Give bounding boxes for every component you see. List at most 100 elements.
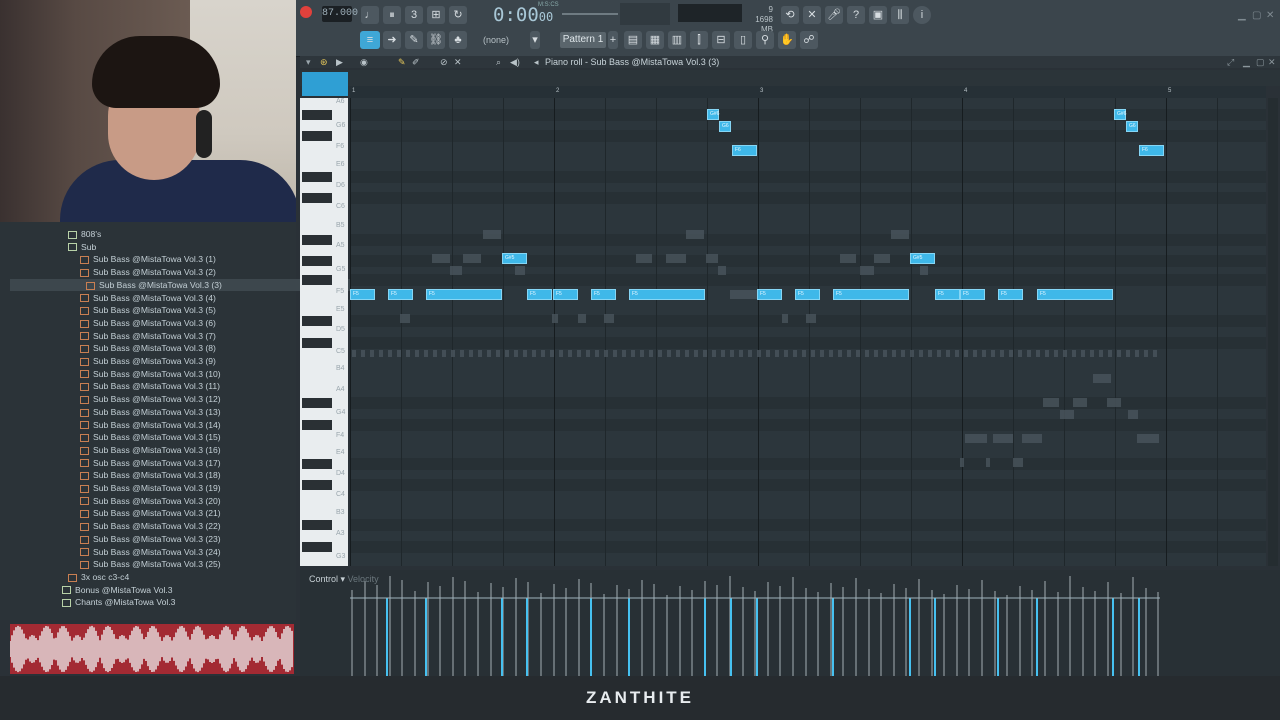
midi-note[interactable]: F5 xyxy=(960,289,985,300)
loop-record-button[interactable]: ↻ xyxy=(449,6,467,24)
add-pattern-icon[interactable]: + xyxy=(608,31,618,49)
channel-select[interactable]: (none) xyxy=(483,32,525,48)
black-key[interactable] xyxy=(302,110,332,120)
timeline-ruler[interactable] xyxy=(350,86,1266,98)
midi-note[interactable]: G#6 xyxy=(707,109,719,120)
velocity-lanes[interactable] xyxy=(350,570,1260,676)
piano-roll-menu-icon[interactable]: ▾ xyxy=(306,57,311,68)
browser-file-item[interactable]: Sub Bass @MistaTowa Vol.3 (18) xyxy=(80,469,221,481)
piano-roll-view-button[interactable]: ≡ xyxy=(360,31,380,49)
stamp-icon[interactable]: ♣ xyxy=(449,31,467,49)
pr-minimize-icon[interactable]: ▁ xyxy=(1243,57,1250,68)
browser-file-item[interactable]: Sub Bass @MistaTowa Vol.3 (19) xyxy=(80,482,221,494)
metronome-button[interactable]: ♩ xyxy=(361,6,379,24)
browser-folder-item[interactable]: Sub xyxy=(68,241,96,253)
browser-file-item[interactable]: Sub Bass @MistaTowa Vol.3 (14) xyxy=(80,419,221,431)
link-icon[interactable]: ⛓ xyxy=(427,31,445,49)
midi-note[interactable]: F6 xyxy=(1139,145,1164,156)
browser-file-item[interactable]: Sub Bass @MistaTowa Vol.3 (5) xyxy=(80,304,216,316)
panic-icon[interactable]: ✕ xyxy=(803,6,821,24)
overview-scroll-handle[interactable] xyxy=(302,72,348,96)
black-key[interactable] xyxy=(302,235,332,245)
midi-note[interactable]: F5 xyxy=(629,289,705,300)
black-key[interactable] xyxy=(302,256,332,266)
detach-icon[interactable]: ⤢ xyxy=(1227,57,1234,68)
browser-preset-item[interactable]: 3x osc c3-c4 xyxy=(68,571,129,583)
browser-file-item[interactable]: Sub Bass @MistaTowa Vol.3 (16) xyxy=(80,444,221,456)
midi-note[interactable]: F6 xyxy=(732,145,757,156)
midi-note[interactable]: F5 xyxy=(935,289,960,300)
mixer-window-icon[interactable]: ⫿ xyxy=(690,31,708,49)
touch-keyboard-icon[interactable]: ✋ xyxy=(778,31,796,49)
midi-note[interactable]: F5 xyxy=(757,289,782,300)
play-icon[interactable]: ▶ xyxy=(336,57,343,68)
browser-file-item[interactable]: Sub Bass @MistaTowa Vol.3 (22) xyxy=(80,520,221,532)
mixer-icon[interactable]: ⫼ xyxy=(891,6,909,24)
sample-waveform-preview[interactable] xyxy=(10,624,294,674)
midi-note[interactable]: G#5 xyxy=(910,253,935,264)
black-key[interactable] xyxy=(302,131,332,141)
plugin-database-icon[interactable]: ▯ xyxy=(734,31,752,49)
close-window-icon[interactable]: ✕ xyxy=(1266,10,1274,21)
speaker-icon[interactable]: ◀) xyxy=(510,57,520,68)
black-key[interactable] xyxy=(302,459,332,469)
midi-note[interactable]: F5 xyxy=(833,289,909,300)
plugin-picker-icon[interactable]: ⚲ xyxy=(756,31,774,49)
paint-tool-icon[interactable]: ✐ xyxy=(412,57,420,68)
arrow-icon[interactable]: ◂ xyxy=(534,57,539,68)
channel-rack-icon[interactable]: ▦ xyxy=(646,31,664,49)
browser-file-item[interactable]: Sub Bass @MistaTowa Vol.3 (8) xyxy=(80,342,216,354)
midi-note[interactable]: G6 xyxy=(1126,121,1138,132)
wait-input-button[interactable]: ⏸ xyxy=(383,6,401,24)
browser-icon[interactable]: ⊟ xyxy=(712,31,730,49)
browser-file-item[interactable]: Sub Bass @MistaTowa Vol.3 (13) xyxy=(80,406,221,418)
browser-file-item[interactable]: Sub Bass @MistaTowa Vol.3 (21) xyxy=(80,507,221,519)
browser-folder-item[interactable]: Chants @MistaTowa Vol.3 xyxy=(62,596,175,608)
midi-note[interactable]: G#6 xyxy=(1114,109,1126,120)
black-key[interactable] xyxy=(302,193,332,203)
note-grid[interactable] xyxy=(350,98,1266,566)
master-pitch-slider[interactable] xyxy=(562,13,618,15)
browser-file-item[interactable]: Sub Bass @MistaTowa Vol.3 (23) xyxy=(80,533,221,545)
tempo-display[interactable]: 87.000 xyxy=(322,6,358,22)
midi-note[interactable]: G#5 xyxy=(502,253,527,264)
browser-file-item[interactable]: Sub Bass @MistaTowa Vol.3 (2) xyxy=(80,266,216,278)
browser-file-item[interactable]: Sub Bass @MistaTowa Vol.3 (9) xyxy=(80,355,216,367)
online-icon[interactable]: ☍ xyxy=(800,31,818,49)
piano-roll-icon[interactable]: ▥ xyxy=(668,31,686,49)
browser-file-item[interactable]: Sub Bass @MistaTowa Vol.3 (15) xyxy=(80,431,221,443)
black-key[interactable] xyxy=(302,398,332,408)
help-icon[interactable]: ? xyxy=(847,6,865,24)
midi-note[interactable]: F5 xyxy=(591,289,616,300)
draw-tool-icon[interactable]: ✎ xyxy=(398,57,406,68)
black-key[interactable] xyxy=(302,316,332,326)
black-key[interactable] xyxy=(302,542,332,552)
step-edit-button[interactable]: ⊞ xyxy=(427,6,445,24)
zoom-tool-icon[interactable]: ⌕ xyxy=(496,57,501,68)
dropdown-arrow-icon[interactable]: ▾ xyxy=(530,31,540,49)
browser-file-item[interactable]: Sub Bass @MistaTowa Vol.3 (12) xyxy=(80,393,221,405)
black-key[interactable] xyxy=(302,172,332,182)
browser-file-item[interactable]: Sub Bass @MistaTowa Vol.3 (20) xyxy=(80,495,221,507)
black-key[interactable] xyxy=(302,275,332,285)
browser-folder-item[interactable]: 808's xyxy=(68,228,101,240)
browser-file-item[interactable]: Sub Bass @MistaTowa Vol.3 (11) xyxy=(80,380,220,392)
midi-note[interactable]: F5 xyxy=(998,289,1023,300)
browser-folder-item[interactable]: Bonus @MistaTowa Vol.3 xyxy=(62,584,173,596)
undo-history-icon[interactable]: ⟲ xyxy=(781,6,799,24)
midi-note[interactable]: F5 xyxy=(1037,289,1113,300)
browser-file-item[interactable]: Sub Bass @MistaTowa Vol.3 (25) xyxy=(80,558,221,570)
pattern-overview[interactable] xyxy=(300,70,1280,86)
black-key[interactable] xyxy=(302,420,332,430)
magnet-icon[interactable]: ⊛ xyxy=(320,57,328,68)
maximize-window-icon[interactable]: ▢ xyxy=(1252,10,1261,21)
mute-tool-icon[interactable]: ✕ xyxy=(454,57,462,68)
pencil-tool-icon[interactable]: ✎ xyxy=(405,31,423,49)
browser-file-item[interactable]: Sub Bass @MistaTowa Vol.3 (24) xyxy=(80,546,221,558)
black-key[interactable] xyxy=(302,480,332,490)
record-icon[interactable]: ◉ xyxy=(360,57,368,68)
midi-note[interactable]: F5 xyxy=(388,289,413,300)
delete-tool-icon[interactable]: ⊘ xyxy=(440,57,448,68)
pattern-selector[interactable]: Pattern 1 xyxy=(560,32,606,48)
info-icon[interactable]: i xyxy=(913,6,931,24)
